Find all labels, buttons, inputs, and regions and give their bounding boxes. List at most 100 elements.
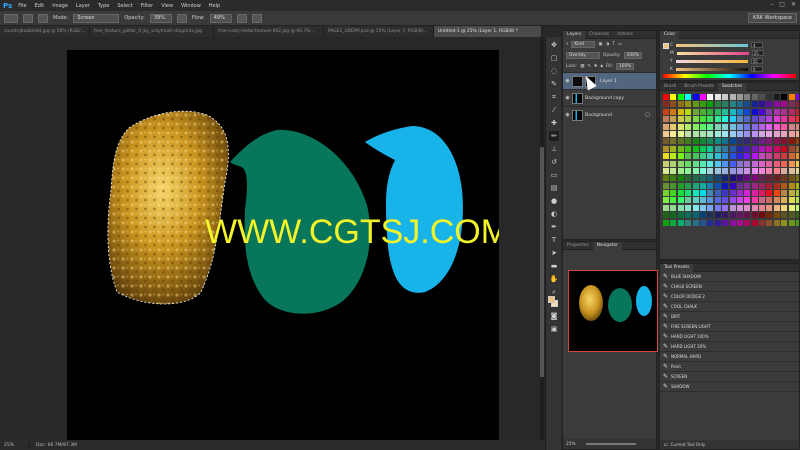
swatch[interactable]: [729, 138, 736, 145]
channel-value[interactable]: 4: [751, 42, 764, 48]
swatch[interactable]: [677, 138, 684, 145]
maximize-button[interactable]: □: [779, 1, 785, 8]
swatch[interactable]: [766, 212, 773, 219]
path-select-tool-icon[interactable]: ➤: [549, 248, 559, 258]
swatch[interactable]: [663, 175, 669, 182]
swatch[interactable]: [714, 116, 721, 123]
swatch[interactable]: [677, 94, 684, 100]
swatch[interactable]: [722, 116, 729, 123]
swatch[interactable]: [781, 145, 788, 152]
foreground-color-swatch[interactable]: [548, 296, 555, 303]
swatch[interactable]: [773, 219, 780, 226]
swatch[interactable]: [759, 204, 766, 211]
swatch[interactable]: [722, 212, 729, 219]
swatch[interactable]: [722, 197, 729, 204]
swatch[interactable]: [707, 167, 714, 174]
swatch[interactable]: [781, 160, 788, 167]
swatch[interactable]: [744, 123, 751, 130]
marquee-tool-icon[interactable]: ▢: [549, 53, 559, 63]
swatch[interactable]: [766, 145, 773, 152]
layer-row-layer-1[interactable]: ◉ Layer 1: [563, 72, 656, 89]
swatch[interactable]: [766, 123, 773, 130]
swatch[interactable]: [759, 219, 766, 226]
swatch[interactable]: [729, 153, 736, 160]
swatch[interactable]: [699, 116, 706, 123]
swatch[interactable]: [685, 190, 692, 197]
swatch[interactable]: [670, 219, 677, 226]
swatch[interactable]: [751, 130, 758, 137]
slider-track[interactable]: [676, 43, 749, 47]
swatch[interactable]: [796, 197, 799, 204]
swatch[interactable]: [699, 204, 706, 211]
swatch[interactable]: [796, 94, 799, 100]
swatch[interactable]: [751, 204, 758, 211]
swatch[interactable]: [699, 175, 706, 182]
swatch[interactable]: [714, 204, 721, 211]
swatch[interactable]: [699, 108, 706, 115]
swatch[interactable]: [788, 130, 795, 137]
swatch[interactable]: [781, 212, 788, 219]
swatch[interactable]: [788, 108, 795, 115]
swatch[interactable]: [781, 153, 788, 160]
color-slider-m[interactable]: M 25: [660, 49, 799, 57]
swatch[interactable]: [751, 108, 758, 115]
swatch[interactable]: [773, 182, 780, 189]
opacity-field[interactable]: 39%: [149, 13, 172, 23]
swatch[interactable]: [788, 197, 795, 204]
swatch[interactable]: [663, 160, 669, 167]
lock-paint-icon[interactable]: ✎: [587, 64, 591, 69]
swatch[interactable]: [788, 175, 795, 182]
menu-window[interactable]: Window: [181, 3, 201, 9]
swatch[interactable]: [788, 182, 795, 189]
scrollbar-thumb[interactable]: [540, 147, 544, 377]
swatch[interactable]: [677, 167, 684, 174]
swatch[interactable]: [663, 182, 669, 189]
filter-type-icon[interactable]: T: [612, 42, 615, 47]
swatch[interactable]: [766, 94, 773, 100]
swatch[interactable]: [699, 130, 706, 137]
swatch[interactable]: [736, 123, 743, 130]
swatch[interactable]: [781, 175, 788, 182]
swatch[interactable]: [796, 190, 799, 197]
swatch[interactable]: [714, 145, 721, 152]
swatch[interactable]: [677, 160, 684, 167]
swatch[interactable]: [744, 212, 751, 219]
swatch[interactable]: [759, 94, 766, 100]
channel-value[interactable]: 25: [751, 50, 764, 56]
swatch[interactable]: [714, 190, 721, 197]
navigator-zoom[interactable]: 25%: [566, 442, 576, 447]
color-slider-y[interactable]: Y 55: [660, 57, 799, 65]
swatch[interactable]: [744, 116, 751, 123]
doc-tab-3[interactable]: free-rusty-metal-texture-002.jpg @ 66.7%…: [214, 26, 324, 37]
swatch[interactable]: [773, 160, 780, 167]
preset-item[interactable]: ✎ Paint: [660, 362, 799, 372]
swatch[interactable]: [736, 94, 743, 100]
swatch[interactable]: [736, 138, 743, 145]
swatch[interactable]: [736, 182, 743, 189]
swatch[interactable]: [766, 130, 773, 137]
swatch[interactable]: [670, 138, 677, 145]
swatch[interactable]: [707, 123, 714, 130]
swatch[interactable]: [759, 130, 766, 137]
swatch[interactable]: [663, 153, 669, 160]
swatch[interactable]: [722, 94, 729, 100]
swatch[interactable]: [773, 175, 780, 182]
swatch[interactable]: [788, 116, 795, 123]
swatch[interactable]: [685, 145, 692, 152]
swatch[interactable]: [692, 116, 699, 123]
swatch[interactable]: [699, 94, 706, 100]
swatch[interactable]: [788, 138, 795, 145]
swatch[interactable]: [773, 94, 780, 100]
swatch[interactable]: [773, 190, 780, 197]
swatch[interactable]: [744, 108, 751, 115]
swatch[interactable]: [788, 219, 795, 226]
swatch[interactable]: [714, 101, 721, 108]
preset-item[interactable]: ✎ CHALK SCREEN: [660, 282, 799, 292]
swatch[interactable]: [759, 212, 766, 219]
preset-item[interactable]: ✎ NORMAL HARD: [660, 352, 799, 362]
swatch[interactable]: [685, 153, 692, 160]
swatch[interactable]: [759, 101, 766, 108]
swatch[interactable]: [722, 108, 729, 115]
swatch[interactable]: [759, 138, 766, 145]
swatch[interactable]: [766, 190, 773, 197]
